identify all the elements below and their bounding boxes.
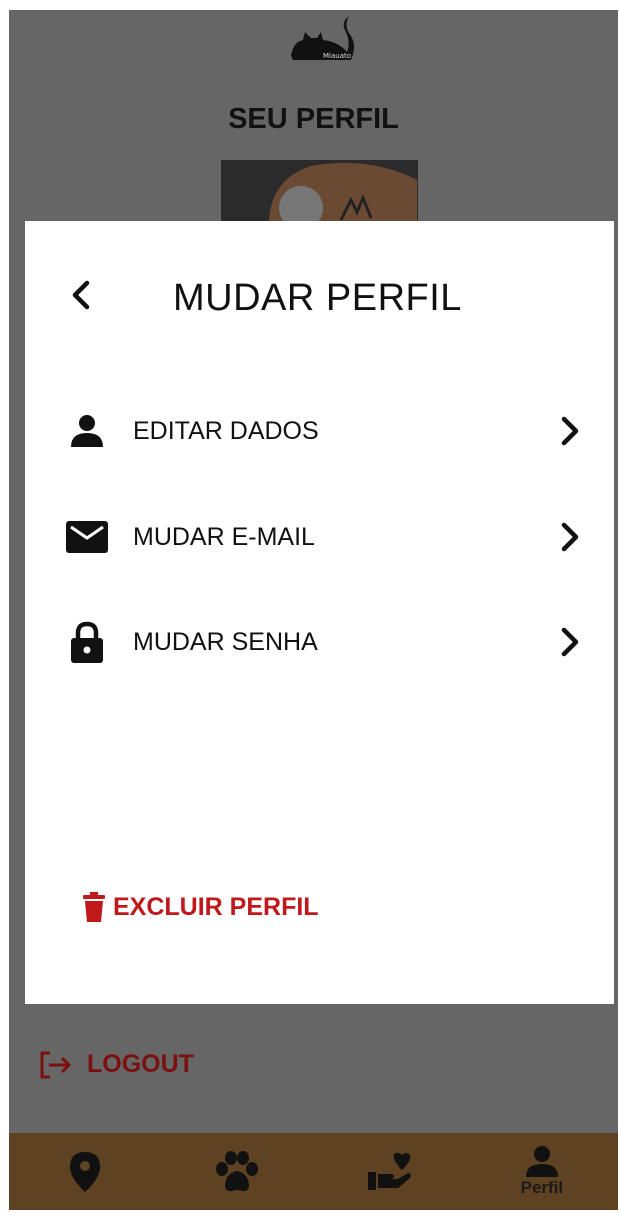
menu-item-label: MUDAR SENHA [133,627,318,656]
person-icon [65,413,109,449]
menu-item-change-password[interactable]: MUDAR SENHA [65,612,585,672]
page-title: SEU PERFIL [228,103,399,135]
app-screen: Miauato SEU PERFIL MUDAR PERFIL EDITAR D… [9,10,618,1210]
menu-item-label: MUDAR E-MAIL [133,522,315,551]
nav-item-map[interactable] [35,1133,135,1210]
person-icon [525,1146,558,1177]
menu-item-label: EDITAR DADOS [133,416,319,445]
nav-item-donate[interactable] [340,1133,440,1210]
menu-item-edit-data[interactable]: EDITAR DADOS [65,401,585,461]
nav-label-profile: Perfil [520,1178,564,1197]
menu-item-change-email[interactable]: MUDAR E-MAIL [65,507,585,567]
chevron-right-icon [555,413,585,449]
avatar [221,160,418,230]
logout-icon [40,1051,72,1078]
mail-icon [65,521,109,553]
trash-icon [83,892,105,922]
delete-profile-button[interactable]: EXCLUIR PERFIL [83,892,319,922]
chevron-right-icon [555,519,585,555]
chevron-right-icon [555,624,585,660]
change-profile-modal: MUDAR PERFIL EDITAR DADOS MUDAR E-MAIL M… [25,221,614,1004]
bottom-navigation: Perfil [9,1133,618,1210]
delete-profile-label: EXCLUIR PERFIL [113,892,319,921]
logo-text: Miauato [323,52,351,60]
chevron-left-icon [72,280,90,310]
lock-icon [65,621,109,663]
modal-title: MUDAR PERFIL [173,277,462,319]
logout-label: LOGOUT [87,1050,194,1078]
paw-icon [216,1150,259,1191]
logo-icon: Miauato [291,16,354,60]
nav-item-pets[interactable] [187,1133,287,1210]
back-button[interactable] [65,277,101,313]
logout-button[interactable]: LOGOUT [39,1050,194,1079]
location-pin-icon [70,1151,101,1192]
heart-hand-icon [367,1152,411,1190]
nav-item-profile[interactable]: Perfil [492,1133,592,1210]
